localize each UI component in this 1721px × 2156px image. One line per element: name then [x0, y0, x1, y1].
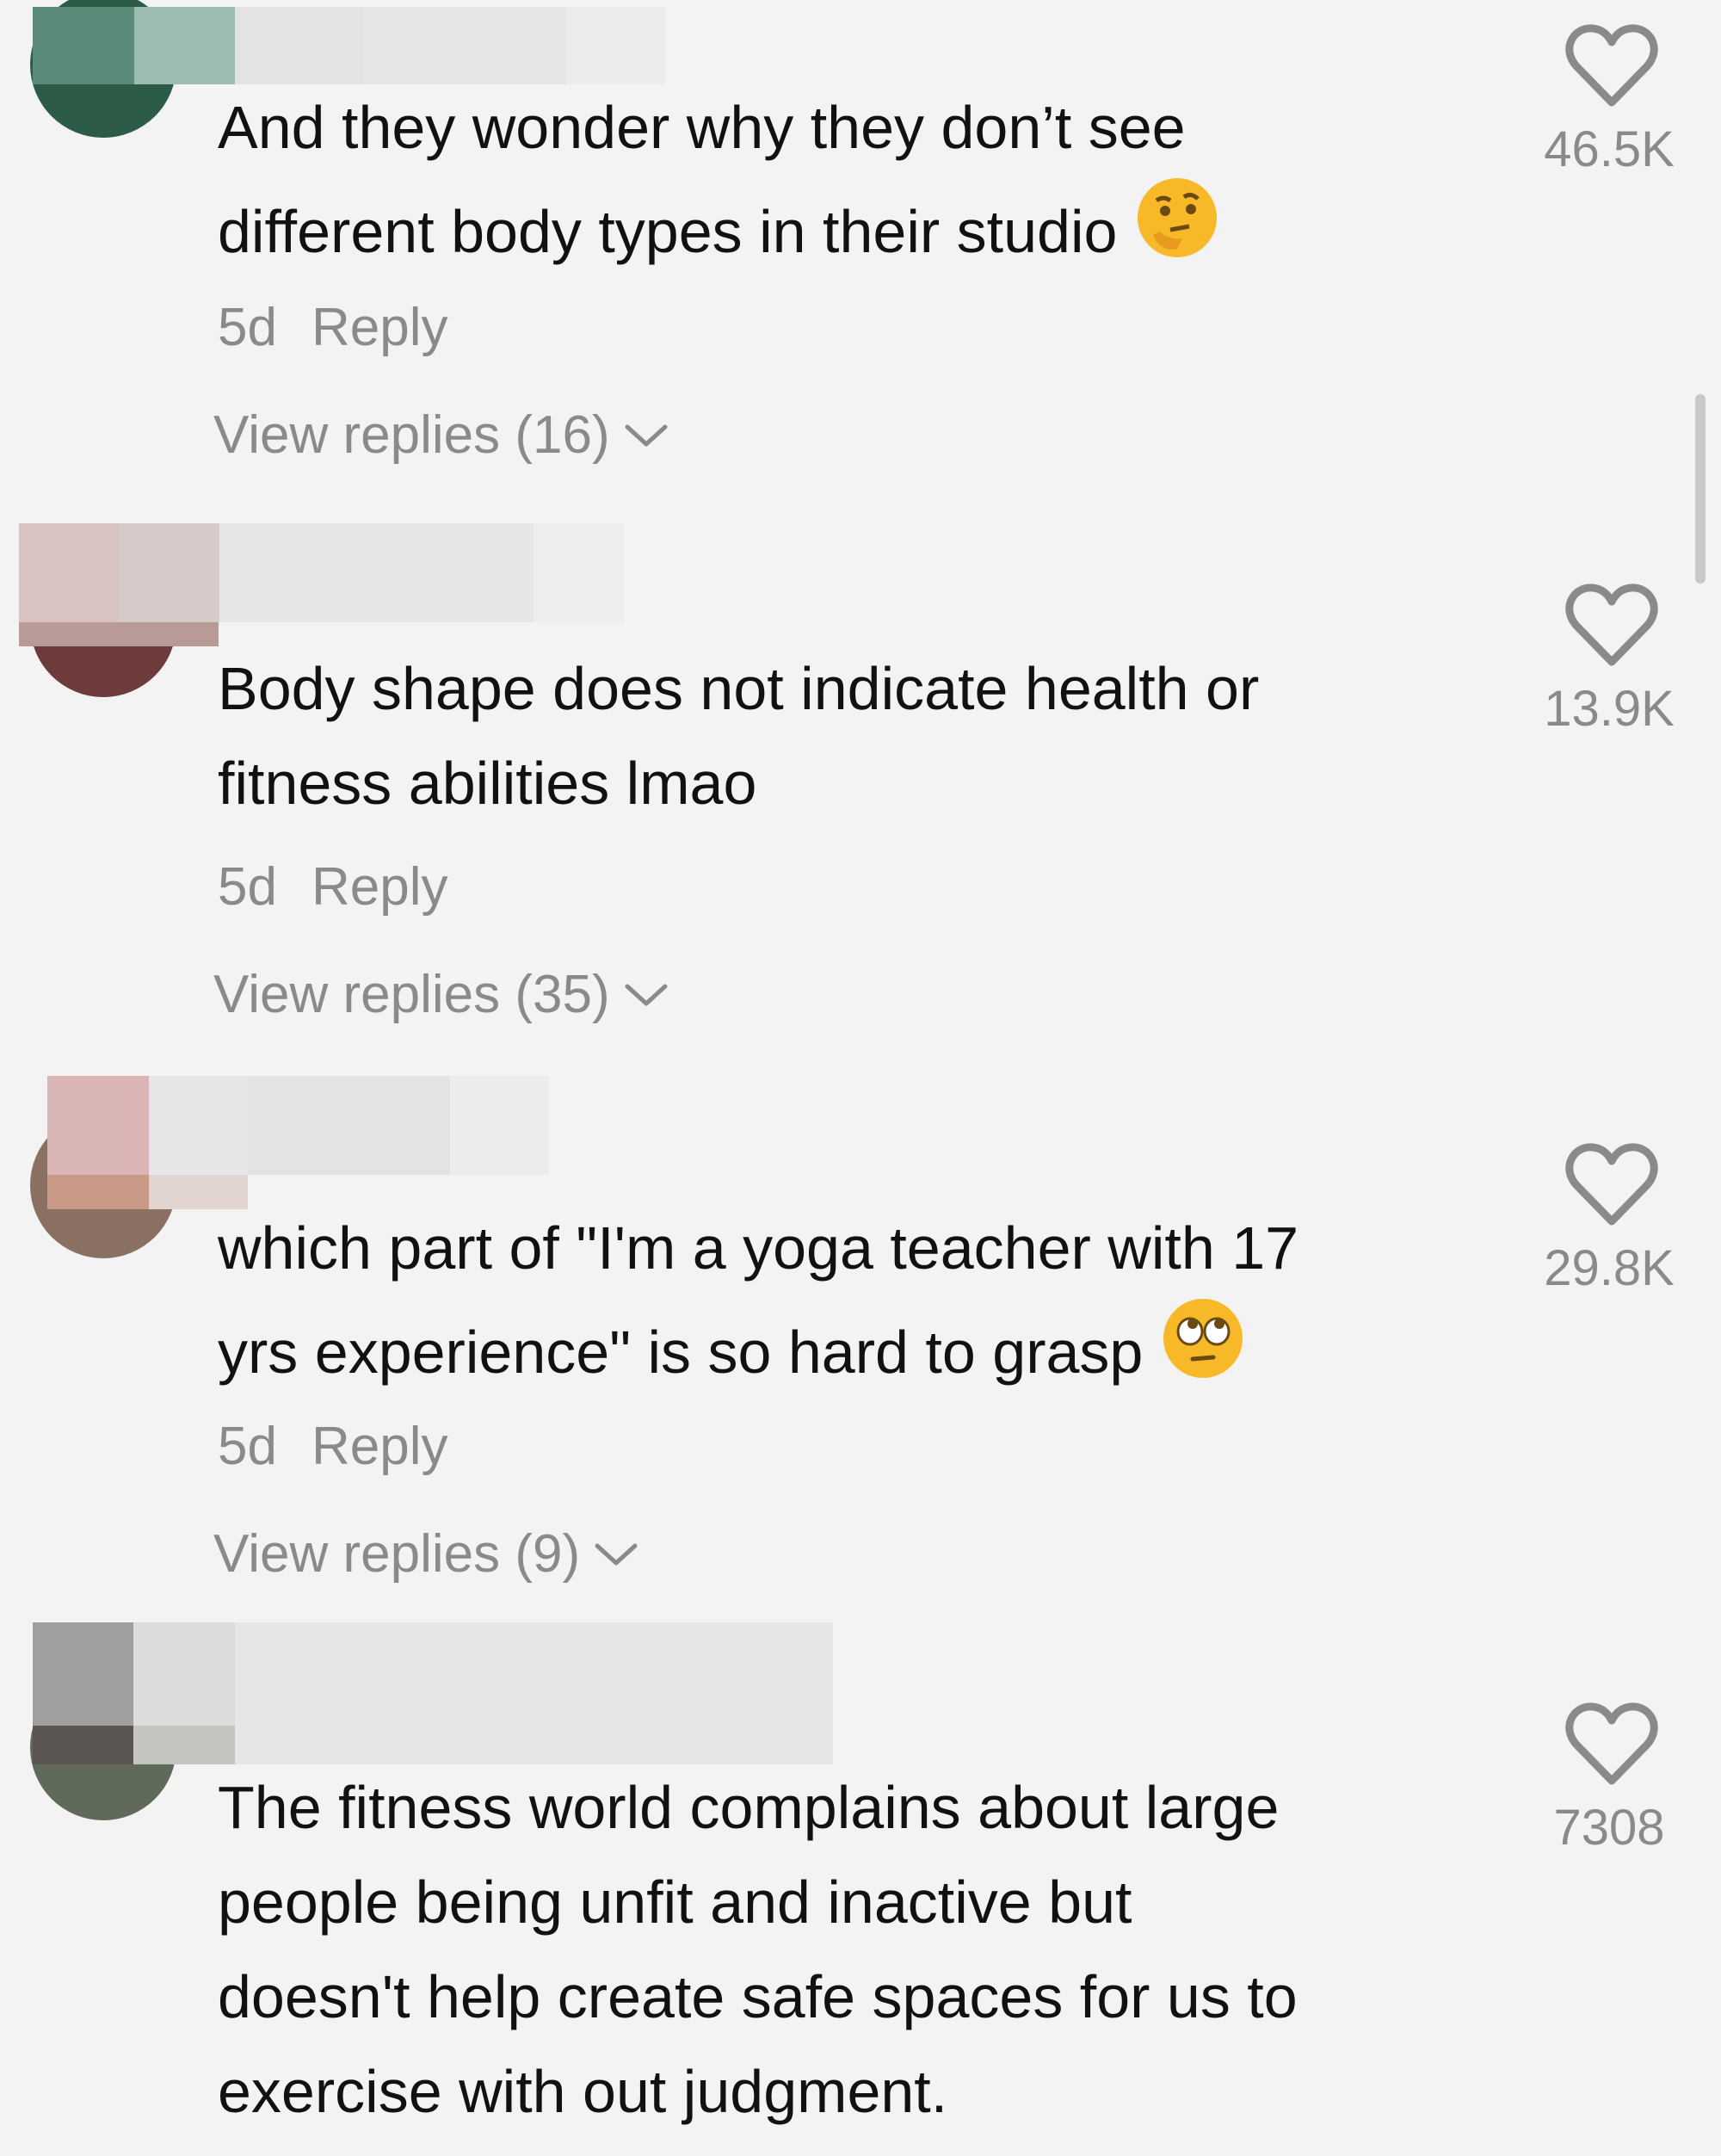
thinking-face-emoji: [1134, 175, 1220, 287]
comment-text: The fitness world complains about large …: [218, 1760, 1298, 2139]
comment-meta: 5d Reply: [218, 297, 447, 358]
like-count: 29.8K: [1544, 1240, 1675, 1296]
heart-icon[interactable]: [1564, 1702, 1659, 1788]
comment-age: 5d: [218, 298, 277, 357]
reply-button[interactable]: Reply: [312, 1417, 448, 1476]
comment-line: different body types in their studio: [218, 175, 1220, 287]
blurred-username[interactable]: [33, 1622, 833, 1764]
heart-icon[interactable]: [1564, 23, 1659, 109]
view-replies-button[interactable]: View replies (16): [213, 405, 669, 466]
comment-meta: 5d Reply: [218, 1416, 447, 1477]
blurred-username[interactable]: [19, 523, 626, 648]
comment-age: 5d: [218, 857, 277, 917]
comment-line: people being unfit and inactive but: [218, 1869, 1132, 1936]
like-count: 13.9K: [1544, 681, 1675, 737]
eye-roll-emoji: [1160, 1295, 1246, 1408]
scrollbar[interactable]: [1695, 394, 1706, 584]
like-count: 7308: [1553, 1800, 1665, 1856]
comment-age: 5d: [218, 1417, 277, 1476]
reply-button[interactable]: Reply: [312, 298, 448, 357]
comment-line: The fitness world complains about large: [218, 1774, 1280, 1841]
reply-button[interactable]: Reply: [312, 857, 448, 917]
heart-icon[interactable]: [1564, 1142, 1659, 1228]
chevron-down-icon: [595, 1543, 638, 1565]
comment-line: exercise with out judgment.: [218, 2058, 948, 2125]
comment-line: yrs experience" is so hard to grasp: [218, 1295, 1298, 1408]
blurred-username[interactable]: [47, 1076, 551, 1209]
comment-text: which part of "I'm a yoga teacher with 1…: [218, 1201, 1298, 1408]
view-replies-label: View replies (16): [213, 405, 610, 465]
view-replies-label: View replies (35): [213, 965, 610, 1024]
view-replies-button[interactable]: View replies (9): [213, 1523, 638, 1585]
heart-icon[interactable]: [1564, 583, 1659, 669]
blurred-username[interactable]: [33, 7, 665, 84]
comment-text: And they wonder why they don’t see diffe…: [218, 80, 1220, 287]
comment-line: doesn't help create safe spaces for us t…: [218, 1963, 1298, 2030]
comment-text: Body shape does not indicate health or f…: [218, 641, 1259, 831]
chevron-down-icon: [625, 424, 668, 446]
chevron-down-icon: [625, 984, 668, 1005]
comment-line: And they wonder why they don’t see: [218, 94, 1186, 161]
comment-line: which part of "I'm a yoga teacher with 1…: [218, 1214, 1299, 1282]
comment-line: fitness abilities lmao: [218, 750, 757, 817]
view-replies-button[interactable]: View replies (35): [213, 964, 669, 1025]
like-count: 46.5K: [1544, 121, 1675, 177]
comment-line: Body shape does not indicate health or: [218, 655, 1260, 722]
view-replies-label: View replies (9): [213, 1524, 581, 1584]
comment-meta: 5d Reply: [218, 856, 447, 917]
